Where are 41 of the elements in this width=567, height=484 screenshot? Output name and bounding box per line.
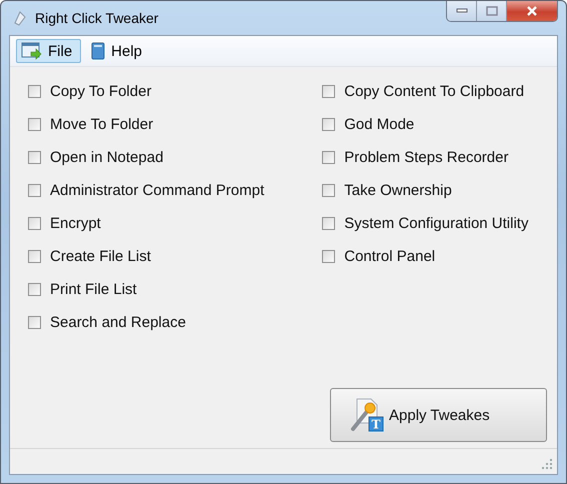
option-label: Take Ownership xyxy=(344,182,452,198)
checkbox[interactable] xyxy=(28,316,41,328)
checkbox[interactable] xyxy=(322,150,336,164)
option-label: Search and Replace xyxy=(50,314,186,330)
option-label: Control Panel xyxy=(344,248,436,264)
menu-item[interactable]: File xyxy=(16,39,82,63)
minimize-icon xyxy=(456,8,468,14)
option-label: Copy To Folder xyxy=(50,82,152,100)
book-icon xyxy=(90,42,106,60)
option-label: Copy Content To Clipboard xyxy=(344,82,524,100)
checkbox[interactable] xyxy=(28,84,41,98)
checkbox[interactable] xyxy=(28,282,41,296)
checkbox[interactable] xyxy=(28,250,41,262)
checkbox[interactable] xyxy=(28,216,41,230)
option-label: Print File List xyxy=(50,280,137,298)
option-label: Open in Notepad xyxy=(50,148,164,166)
resize-grip-icon xyxy=(541,458,553,470)
option-label: Move To Folder xyxy=(50,116,154,132)
maximize-button[interactable] xyxy=(477,1,507,21)
checkbox[interactable] xyxy=(28,118,41,130)
checkbox[interactable] xyxy=(322,216,336,230)
close-icon xyxy=(526,6,538,16)
checkbox[interactable] xyxy=(322,184,336,196)
checkbox[interactable] xyxy=(322,118,336,130)
option-label: Create File List xyxy=(50,248,151,264)
minimize-button[interactable] xyxy=(447,1,477,21)
close-button[interactable] xyxy=(507,1,557,21)
apply-button[interactable]: T Apply Tweakes xyxy=(330,388,547,442)
option-label: God Mode xyxy=(344,116,414,132)
checkbox[interactable] xyxy=(28,184,41,196)
option-label: System Configuration Utility xyxy=(344,214,528,232)
option-label: Encrypt xyxy=(50,214,101,232)
window-arrow-icon xyxy=(21,42,43,60)
option-label: Problem Steps Recorder xyxy=(344,148,508,166)
checkbox[interactable] xyxy=(322,250,336,262)
option-label: Administrator Command Prompt xyxy=(50,182,264,198)
checkbox[interactable] xyxy=(28,150,41,164)
maximize-icon xyxy=(486,6,498,16)
window-title: Right Click Tweaker xyxy=(35,10,160,26)
menu-item[interactable]: Help xyxy=(85,39,152,63)
checkbox[interactable] xyxy=(322,84,336,98)
